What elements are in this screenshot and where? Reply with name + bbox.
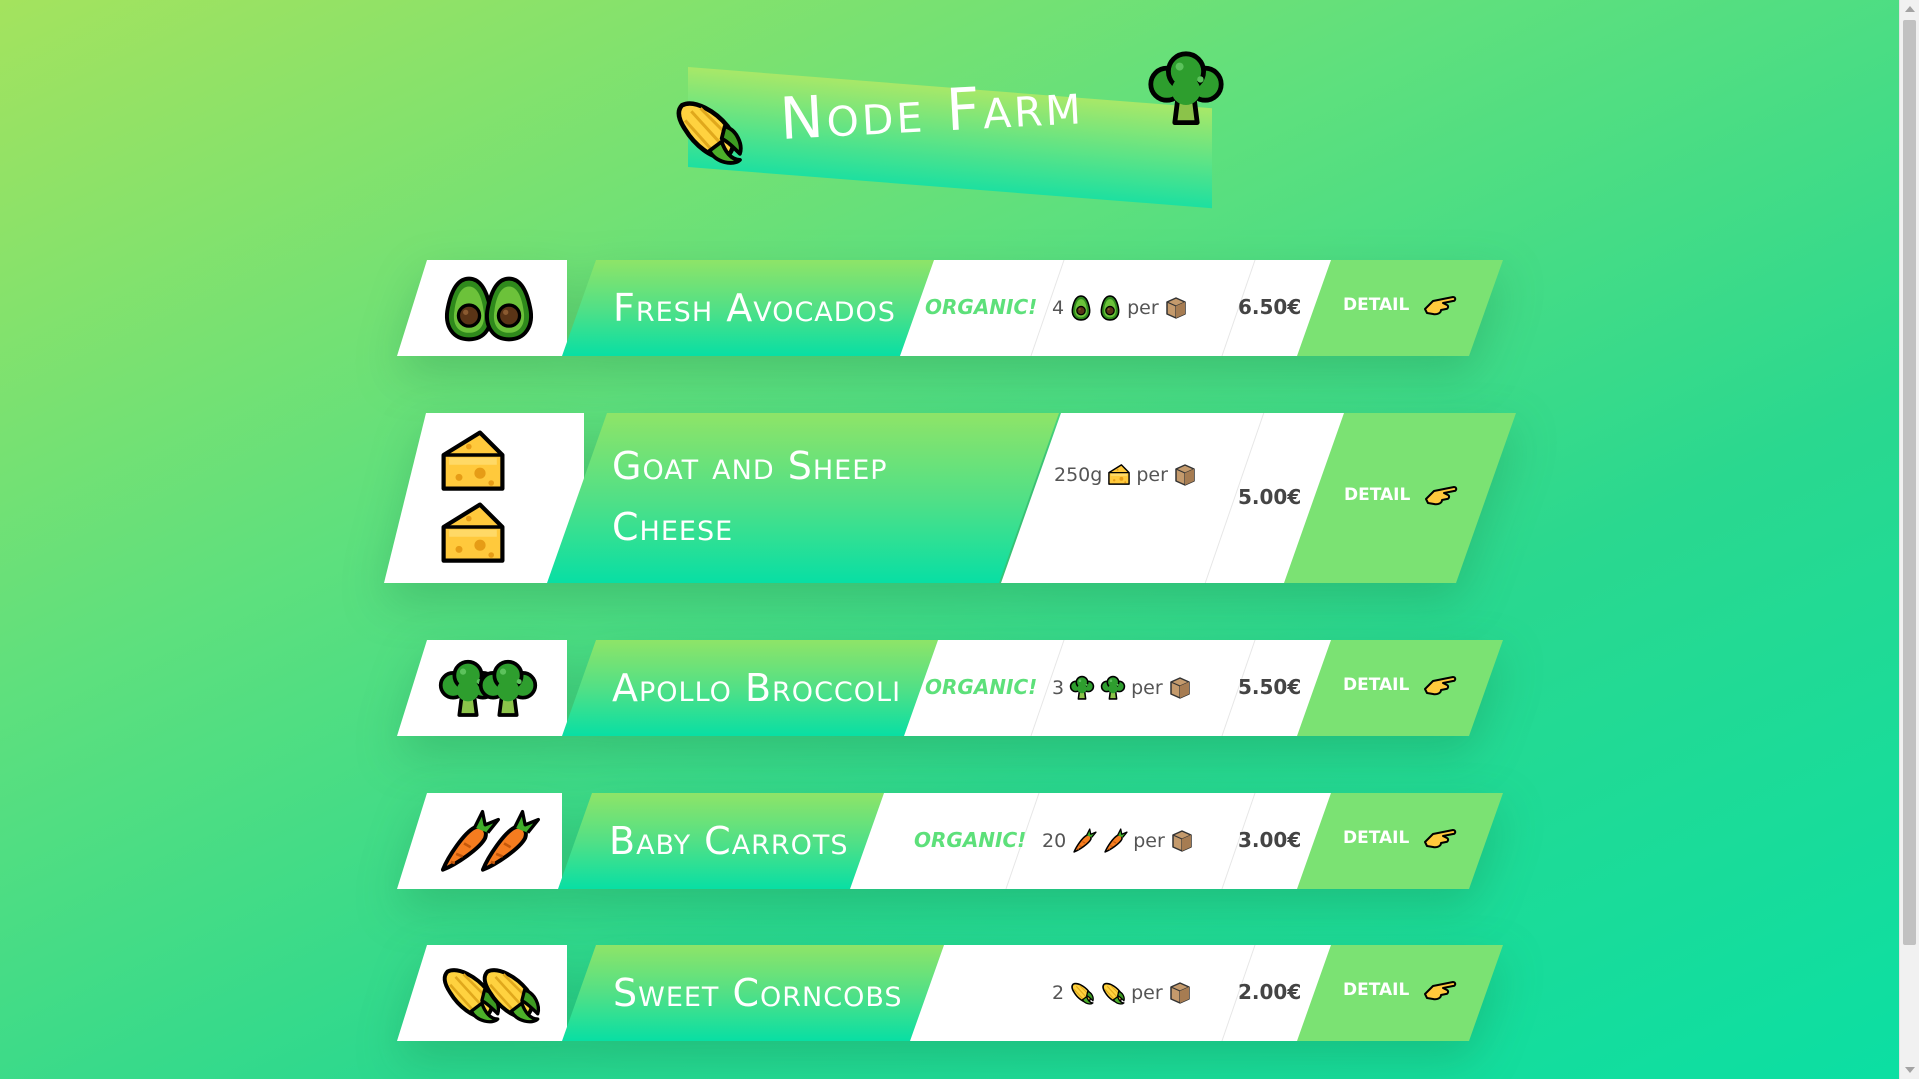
- product-name[interactable]: Cheese: [612, 497, 733, 557]
- carrot-icon: [475, 807, 541, 877]
- detail-button[interactable]: DETAIL: [1344, 483, 1458, 507]
- quantity-value: 2: [1052, 982, 1065, 1004]
- product-price: 5.00€: [1238, 485, 1302, 509]
- corn-icon: [1100, 980, 1126, 1006]
- product-card-corncobs[interactable]: Sweet Corncobs 2 per 2.00€ DETAIL: [397, 945, 1503, 1041]
- scrollbar-thumb[interactable]: [1903, 20, 1916, 945]
- box-icon: [1173, 463, 1197, 487]
- product-card-avocados[interactable]: Fresh Avocados ORGANIC! 4 per 6.50€ DETA…: [397, 260, 1503, 356]
- organic-badge: ORGANIC!: [925, 295, 1038, 319]
- product-name[interactable]: Apollo Broccoli: [612, 658, 901, 718]
- broccoli-icon: [1069, 675, 1095, 701]
- product-name[interactable]: Baby Carrots: [609, 811, 849, 871]
- pointing-hand-icon: [1423, 826, 1457, 850]
- avocado-icon: [1098, 295, 1122, 321]
- product-name[interactable]: Fresh Avocados: [613, 278, 896, 338]
- scroll-down-arrow-icon[interactable]: [1905, 1067, 1915, 1073]
- quantity-info: 2 per: [1052, 980, 1192, 1006]
- quantity-info: 250g per: [1054, 463, 1204, 487]
- product-name[interactable]: Goat and Sheep: [612, 436, 888, 496]
- quantity-value: 20: [1042, 830, 1067, 852]
- detail-button[interactable]: DETAIL: [1343, 826, 1457, 850]
- box-icon: [1164, 296, 1188, 320]
- avocado-icon: [479, 276, 539, 342]
- detail-button[interactable]: DETAIL: [1343, 293, 1457, 317]
- per-label: per: [1127, 297, 1159, 319]
- avocado-icon: [1069, 295, 1093, 321]
- quantity-info: 4 per: [1052, 295, 1188, 321]
- pointing-hand-icon: [1423, 978, 1457, 1002]
- vertical-scrollbar[interactable]: [1899, 0, 1919, 1079]
- detail-label: DETAIL: [1343, 675, 1410, 695]
- cheese-icon: [1107, 463, 1131, 487]
- corn-icon: [670, 93, 746, 169]
- organic-badge: ORGANIC!: [925, 675, 1038, 699]
- product-price: 3.00€: [1238, 828, 1302, 852]
- corn-icon: [1069, 980, 1095, 1006]
- detail-label: DETAIL: [1344, 485, 1411, 505]
- per-label: per: [1136, 464, 1168, 486]
- product-card-broccoli[interactable]: Apollo Broccoli ORGANIC! 3 per 5.50€ DET…: [397, 640, 1503, 736]
- quantity-value: 250g: [1054, 464, 1103, 486]
- box-icon: [1168, 676, 1192, 700]
- broccoli-icon: [1100, 675, 1126, 701]
- product-card-cheese[interactable]: Goat and Sheep Cheese 250g per 5.00€ DET…: [384, 413, 1516, 583]
- detail-button[interactable]: DETAIL: [1343, 978, 1457, 1002]
- product-name[interactable]: Sweet Corncobs: [613, 963, 903, 1023]
- pointing-hand-icon: [1423, 673, 1457, 697]
- cheese-icon: [438, 499, 508, 569]
- quantity-info: 3 per: [1052, 675, 1192, 701]
- per-label: per: [1131, 982, 1163, 1004]
- pointing-hand-icon: [1424, 483, 1458, 507]
- quantity-info: 20 per: [1042, 828, 1194, 854]
- carrot-icon: [1071, 828, 1097, 854]
- box-icon: [1170, 829, 1194, 853]
- detail-label: DETAIL: [1343, 980, 1410, 1000]
- product-price: 6.50€: [1238, 295, 1302, 319]
- detail-label: DETAIL: [1343, 295, 1410, 315]
- scroll-up-arrow-icon[interactable]: [1905, 6, 1915, 12]
- product-price: 2.00€: [1238, 980, 1302, 1004]
- box-icon: [1168, 981, 1192, 1005]
- organic-badge: ORGANIC!: [914, 828, 1027, 852]
- pointing-hand-icon: [1423, 293, 1457, 317]
- quantity-value: 3: [1052, 677, 1065, 699]
- corn-icon: [477, 959, 543, 1029]
- per-label: per: [1133, 830, 1165, 852]
- cheese-icon: [438, 427, 508, 497]
- product-card-carrots[interactable]: Baby Carrots ORGANIC! 20 per 3.00€ DETAI…: [397, 793, 1503, 889]
- detail-button[interactable]: DETAIL: [1343, 673, 1457, 697]
- broccoli-icon: [477, 656, 539, 722]
- detail-label: DETAIL: [1343, 828, 1410, 848]
- site-header: Node Farm: [660, 45, 1260, 209]
- per-label: per: [1131, 677, 1163, 699]
- product-price: 5.50€: [1238, 675, 1302, 699]
- quantity-value: 4: [1052, 297, 1065, 319]
- carrot-icon: [1102, 828, 1128, 854]
- broccoli-icon: [1146, 49, 1226, 129]
